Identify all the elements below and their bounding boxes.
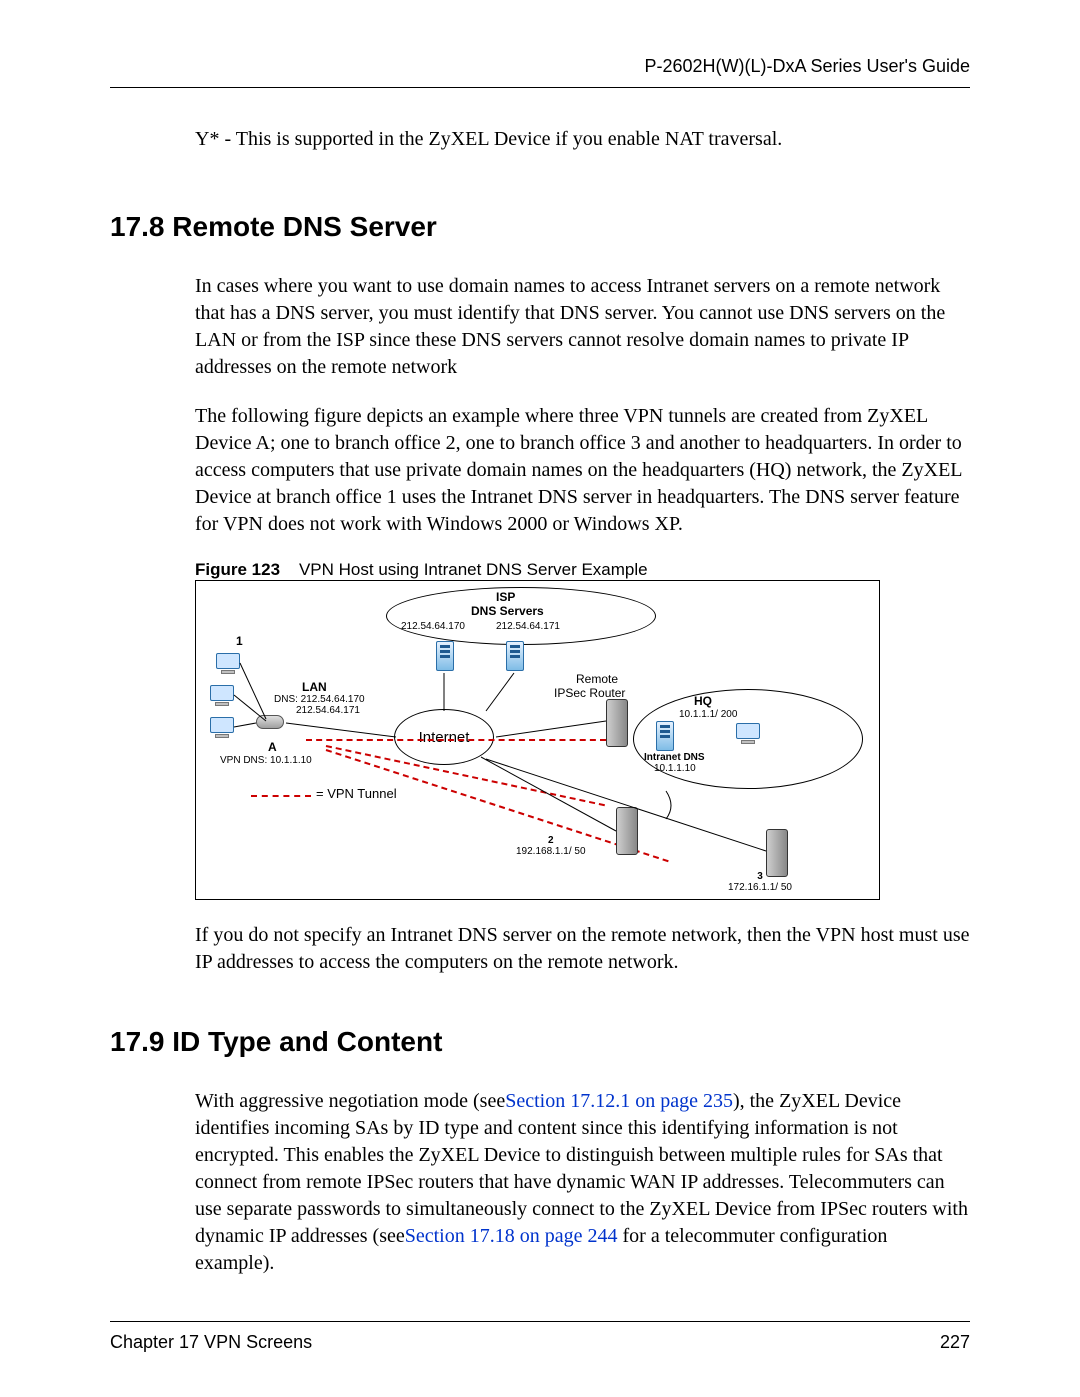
figure-title: VPN Host using Intranet DNS Server Examp… <box>299 560 648 579</box>
device-a-label: A <box>268 741 277 755</box>
hq-net: 10.1.1.1/ 200 <box>679 709 737 721</box>
branch2-number: 2 <box>516 835 586 846</box>
section-17-9-heading: 17.9 ID Type and Content <box>110 1026 970 1058</box>
vpn-tunnel-legend: = VPN Tunnel <box>316 787 397 802</box>
pc-icon <box>736 723 760 743</box>
isp-server2-icon <box>506 641 524 671</box>
footer-page-number: 227 <box>940 1332 970 1353</box>
link-section-17-12-1[interactable]: Section 17.12.1 on page 235 <box>505 1090 733 1112</box>
header-rule <box>110 87 970 88</box>
isp-ip1: 212.54.64.170 <box>401 621 465 633</box>
isp-server1-icon <box>436 641 454 671</box>
remote-label: Remote <box>576 673 618 687</box>
branch3-box: 3 172.16.1.1/ 50 <box>728 871 792 893</box>
footer-rule <box>110 1321 970 1322</box>
branch1-label: 1 <box>236 635 243 649</box>
figure-label: Figure 123 <box>195 560 280 579</box>
section-17-8-para2: The following figure depicts an example … <box>195 403 970 538</box>
isp-ip2: 212.54.64.171 <box>496 621 560 633</box>
nat-footnote: Y* - This is supported in the ZyXEL Devi… <box>195 128 970 151</box>
dns-servers-label: DNS Servers <box>471 605 544 619</box>
section-17-8-heading: 17.8 Remote DNS Server <box>110 211 970 243</box>
branch2-net: 192.168.1.1/ 50 <box>516 846 586 857</box>
para-fragment: ), the ZyXEL Device identifies incoming … <box>195 1090 968 1247</box>
lan-label: LAN <box>302 681 327 695</box>
intranet-dns-server-icon <box>656 721 674 751</box>
vpn-dns-label: VPN DNS: 10.1.1.10 <box>220 755 312 767</box>
section-17-9-para1: With aggressive negotiation mode (seeSec… <box>195 1088 970 1277</box>
hq-label: HQ <box>694 695 712 709</box>
pc-icon <box>210 685 234 705</box>
pc-icon <box>216 653 240 673</box>
page-header-title: P-2602H(W)(L)-DxA Series User's Guide <box>110 56 970 77</box>
intranet-dns-label: Intranet DNS <box>644 752 705 764</box>
branch3-router-icon <box>766 829 788 877</box>
footer-chapter: Chapter 17 VPN Screens <box>110 1332 312 1353</box>
section-17-8-para3: If you do not specify an Intranet DNS se… <box>195 922 970 976</box>
branch2-router-icon <box>616 807 638 855</box>
isp-label: ISP <box>496 591 515 605</box>
figure-123-caption: Figure 123 VPN Host using Intranet DNS S… <box>195 560 970 580</box>
vpn-tunnel-line <box>306 739 606 741</box>
remote-router-icon <box>606 699 628 747</box>
page-footer: Chapter 17 VPN Screens 227 <box>110 1321 970 1353</box>
section-17-8-para1: In cases where you want to use domain na… <box>195 273 970 381</box>
branch3-net: 172.16.1.1/ 50 <box>728 882 792 893</box>
gateway-icon <box>256 715 284 729</box>
pc-icon <box>210 717 234 737</box>
link-section-17-18[interactable]: Section 17.18 on page 244 <box>405 1225 618 1247</box>
lan-dns-line1: DNS: 212.54.64.170 <box>274 694 365 706</box>
vpn-tunnel-legend-line <box>251 795 311 797</box>
para-fragment: With aggressive negotiation mode (see <box>195 1090 505 1112</box>
internet-cloud: Internet <box>394 709 494 765</box>
branch3-number: 3 <box>728 871 792 882</box>
lan-dns-line2: 212.54.64.171 <box>296 705 360 717</box>
intranet-dns-ip: 10.1.1.10 <box>654 763 696 775</box>
figure-123-diagram: ISP DNS Servers 212.54.64.170 212.54.64.… <box>195 580 880 900</box>
branch2-box: 2 192.168.1.1/ 50 <box>516 835 586 857</box>
